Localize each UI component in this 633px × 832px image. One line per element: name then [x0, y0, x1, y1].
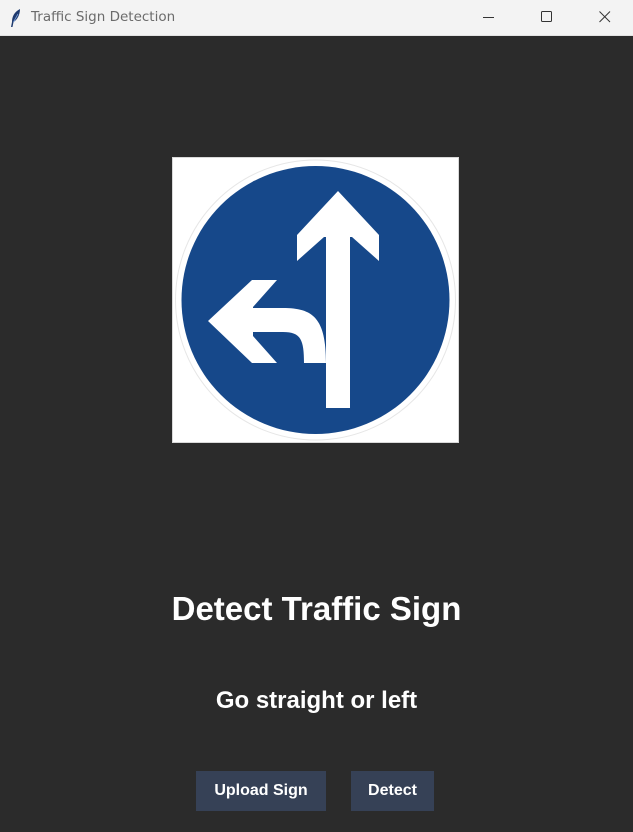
minimize-icon — [483, 17, 494, 18]
detection-result: Go straight or left — [215, 687, 418, 714]
app-window: Traffic Sign Detection Detect Traffic Si… — [0, 0, 633, 832]
uploaded-sign-image — [172, 157, 459, 443]
detect-button[interactable]: Detect — [351, 771, 434, 811]
minimize-button[interactable] — [466, 0, 512, 35]
page-heading: Detect Traffic Sign — [171, 590, 462, 627]
close-icon — [599, 11, 611, 23]
title-bar[interactable]: Traffic Sign Detection — [0, 0, 633, 36]
window-title: Traffic Sign Detection — [31, 9, 176, 25]
close-button[interactable] — [582, 0, 628, 35]
maximize-button[interactable] — [524, 0, 570, 35]
maximize-icon — [541, 11, 552, 22]
feather-icon — [8, 8, 24, 28]
go-straight-or-left-sign-icon — [175, 159, 456, 441]
upload-sign-button[interactable]: Upload Sign — [196, 771, 326, 811]
